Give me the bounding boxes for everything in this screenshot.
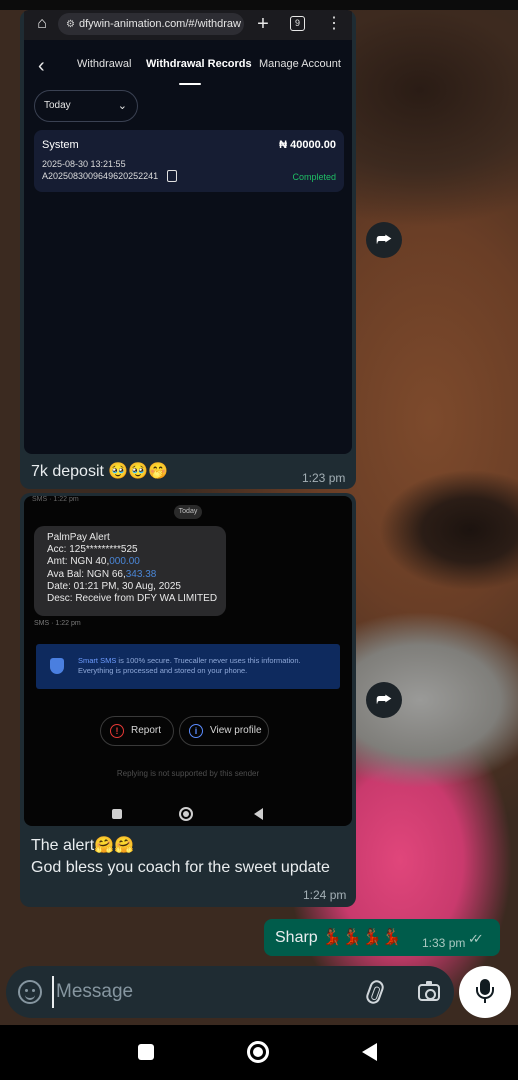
recents-icon bbox=[112, 809, 122, 819]
browser-toolbar: ⌂ ⚙ dfywin-animation.com/#/withdraw + 9 ⋮ bbox=[24, 10, 352, 40]
recents-button[interactable] bbox=[138, 1044, 154, 1060]
message-composer bbox=[6, 966, 454, 1018]
active-tab-indicator bbox=[179, 83, 201, 85]
sms-line: PalmPay Alert bbox=[47, 532, 110, 543]
sms-balance-prefix: Ava Bal: NGN 66, bbox=[47, 568, 126, 580]
withdrawal-screenshot[interactable]: ⌂ ⚙ dfywin-animation.com/#/withdraw + 9 ⋮… bbox=[24, 10, 352, 454]
sms-line: Acc: 125*********525 bbox=[47, 544, 138, 556]
record-order-id: A202508300964962025224​1 bbox=[42, 171, 159, 181]
withdraw-tabs: ‹ Withdrawal Withdrawal Records Manage A… bbox=[24, 46, 352, 86]
chevron-down-icon: ⌄ bbox=[117, 100, 127, 112]
home-icon: ⌂ bbox=[37, 15, 47, 32]
sms-line: Ava Bal: NGN 66,343.38 bbox=[47, 569, 226, 581]
tab-withdrawal-records: Withdrawal Records bbox=[146, 58, 252, 70]
record-source: System bbox=[42, 139, 79, 151]
view-profile-button: i View profile bbox=[179, 716, 269, 746]
forward-icon[interactable]: ⮫ bbox=[366, 682, 402, 718]
sms-balance-link: 343.38 bbox=[125, 568, 157, 580]
tab-withdrawal: Withdrawal bbox=[77, 58, 132, 70]
message-time: 1:33 pm bbox=[422, 936, 466, 950]
sms-line: Desc: Receive from DFY WA LIMITED bbox=[47, 593, 218, 605]
sms-line: Amt: NGN 40,000.00 bbox=[47, 556, 226, 568]
system-nav-bar bbox=[0, 1025, 518, 1080]
home-icon bbox=[179, 807, 193, 821]
message-time: 1:24 pm bbox=[303, 888, 347, 902]
voice-record-button[interactable] bbox=[459, 966, 511, 1018]
secure-notice: Smart SMS is 100% secure. Truecaller nev… bbox=[36, 644, 340, 689]
tab-manage-account: Manage Account bbox=[259, 58, 341, 70]
read-receipt-icon: ✓✓ bbox=[468, 931, 484, 946]
sms-amount-prefix: Amt: NGN 40, bbox=[47, 556, 110, 568]
report-label: Report bbox=[131, 725, 162, 736]
outgoing-text: Sharp 💃🏾💃🏾💃🏾💃🏾 bbox=[275, 929, 402, 946]
message-caption: 7k deposit 🥹🥹🤭 bbox=[31, 463, 169, 480]
caption-line: God bless you coach for the sweet update bbox=[31, 859, 330, 876]
more-menu-icon: ⋮ bbox=[326, 15, 342, 32]
outgoing-message[interactable]: Sharp 💃🏾💃🏾💃🏾💃🏾 1:33 pm ✓✓ bbox=[264, 919, 500, 956]
emoji-icon[interactable] bbox=[18, 980, 42, 1004]
new-tab-icon: + bbox=[257, 13, 269, 35]
mic-stem bbox=[484, 997, 486, 1003]
withdrawal-record-card: System ₦ 40000.00 2025-08-30 13:21:55 A2… bbox=[34, 130, 344, 192]
secure-notice-text: Smart SMS is 100% secure. Truecaller nev… bbox=[78, 656, 330, 676]
report-button: ! Report bbox=[100, 716, 174, 746]
date-filter-value: Today bbox=[44, 100, 71, 111]
sms-meta: SMS · 1:22 pm bbox=[34, 620, 81, 627]
site-settings-icon: ⚙ bbox=[66, 19, 75, 30]
record-amount: ₦ 40000.00 bbox=[279, 139, 336, 151]
sms-header: SMS · 1:22 pm bbox=[32, 496, 79, 503]
message-caption: The alert🤗🤗 God bless you coach for the … bbox=[31, 835, 330, 879]
back-icon bbox=[254, 808, 263, 820]
incoming-image-message-2[interactable]: SMS · 1:22 pm Today PalmPay Alert Acc: 1… bbox=[20, 493, 356, 907]
sms-screenshot[interactable]: SMS · 1:22 pm Today PalmPay Alert Acc: 1… bbox=[24, 496, 352, 826]
date-filter-select: Today ⌄ bbox=[34, 90, 138, 122]
camera-icon[interactable] bbox=[418, 981, 440, 1001]
incoming-image-message-1[interactable]: ⌂ ⚙ dfywin-animation.com/#/withdraw + 9 ⋮… bbox=[20, 10, 356, 489]
sms-bubble: PalmPay Alert Acc: 125*********525 Amt: … bbox=[34, 526, 226, 616]
caption-line: The alert🤗🤗 bbox=[31, 837, 134, 854]
view-profile-label: View profile bbox=[210, 725, 262, 736]
record-datetime: 2025-08-30 13:21:55 bbox=[42, 159, 126, 169]
message-time: 1:23 pm bbox=[302, 471, 346, 485]
back-chevron-icon: ‹ bbox=[38, 55, 45, 77]
record-status: Completed bbox=[292, 172, 336, 182]
date-chip: Today bbox=[174, 505, 202, 519]
paperclip-icon[interactable] bbox=[364, 978, 386, 1006]
report-icon: ! bbox=[110, 724, 124, 738]
secure-title: Smart SMS bbox=[78, 656, 117, 665]
screenshot-nav-bar bbox=[24, 803, 352, 825]
back-button[interactable] bbox=[362, 1043, 377, 1061]
forward-icon[interactable]: ⮫ bbox=[366, 222, 402, 258]
url-field: ⚙ dfywin-animation.com/#/withdraw bbox=[58, 13, 244, 35]
sms-amount-link: 000.00 bbox=[109, 556, 140, 568]
info-icon: i bbox=[189, 724, 203, 738]
reply-note: Replying is not supported by this sender bbox=[116, 769, 260, 778]
copy-icon bbox=[167, 170, 177, 182]
mic-icon bbox=[476, 979, 494, 999]
sms-line: Date: 01:21 PM, 30 Aug, 2025 bbox=[47, 580, 181, 592]
tab-switcher-icon: 9 bbox=[290, 16, 305, 31]
status-bar bbox=[0, 0, 518, 10]
shield-icon bbox=[50, 658, 64, 674]
url-text: dfywin-animation.com/#/withdraw bbox=[78, 18, 241, 30]
home-button[interactable] bbox=[247, 1041, 269, 1063]
message-input[interactable] bbox=[52, 976, 352, 1008]
